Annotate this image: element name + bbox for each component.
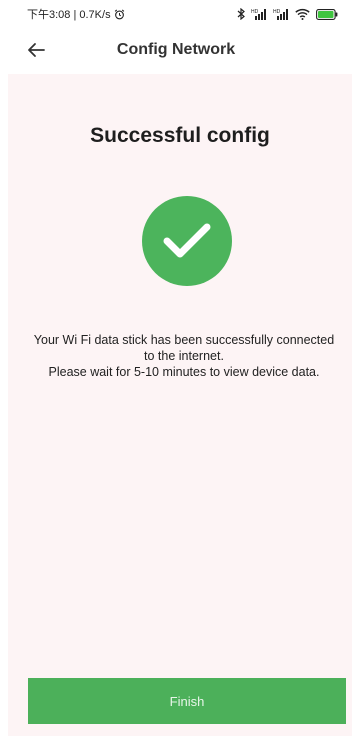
content-panel: Successful config Your Wi Fi data stick … bbox=[8, 74, 352, 736]
status-time: 下午3:08 | 0.7K/s bbox=[27, 9, 111, 21]
message-line-3: Please wait for 5-10 minutes to view dev… bbox=[48, 365, 320, 379]
signal-hd-label-2: HD bbox=[273, 9, 281, 15]
bluetooth-icon bbox=[237, 8, 245, 20]
wifi-icon bbox=[295, 8, 310, 20]
signal-icon-2: HD bbox=[273, 8, 289, 20]
signal-hd-label: HD bbox=[251, 9, 259, 15]
status-left: 下午3:08 | 0.7K/s bbox=[27, 6, 125, 22]
back-arrow-icon[interactable] bbox=[22, 36, 50, 64]
status-right: HD HD bbox=[237, 8, 338, 20]
screen: 下午3:08 | 0.7K/s HD HD Config Network Suc… bbox=[0, 0, 352, 742]
battery-icon bbox=[316, 8, 338, 20]
success-message: Your Wi Fi data stick has been successfu… bbox=[14, 332, 352, 380]
page-title: Config Network bbox=[116, 41, 236, 58]
checkmark-icon bbox=[142, 196, 232, 286]
status-bar: 下午3:08 | 0.7K/s HD HD bbox=[0, 0, 352, 28]
finish-button[interactable]: Finish bbox=[28, 678, 346, 724]
signal-icon: HD bbox=[251, 8, 267, 20]
app-header: Config Network bbox=[0, 28, 352, 72]
success-title: Successful config bbox=[90, 124, 270, 147]
message-line-1: Your Wi Fi data stick has been successfu… bbox=[33, 333, 335, 347]
message-line-2: to the internet. bbox=[144, 349, 224, 363]
alarm-icon bbox=[114, 9, 125, 20]
